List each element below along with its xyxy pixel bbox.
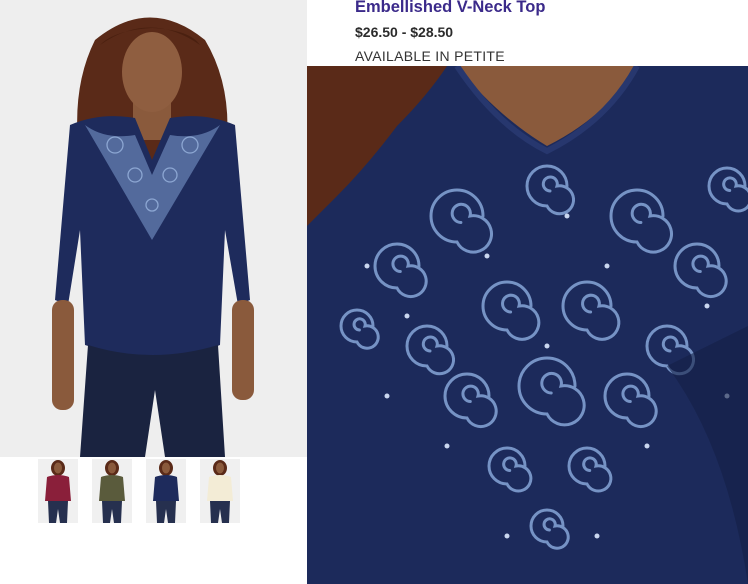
main-product-image[interactable] <box>0 0 307 457</box>
swatch-navy[interactable] <box>146 459 186 523</box>
rhinestone-dot <box>704 303 710 309</box>
zoomed-product-image[interactable] <box>307 66 748 584</box>
swatch-burgundy[interactable] <box>38 459 78 523</box>
rhinestone-dot <box>384 393 390 399</box>
rhinestone-dot <box>544 343 550 349</box>
rhinestone-dot <box>504 533 510 539</box>
product-price: $26.50 - $28.50 <box>355 24 454 40</box>
rhinestone-dot <box>564 213 570 219</box>
rhinestone-dot <box>364 263 370 269</box>
rhinestone-dot <box>604 263 610 269</box>
rhinestone-dot <box>484 253 490 259</box>
rhinestone-dot <box>644 443 650 449</box>
swatch-olive[interactable] <box>92 459 132 523</box>
model-photo <box>0 0 307 457</box>
zoom-detail-photo <box>307 66 748 584</box>
product-title[interactable]: Embellished V-Neck Top <box>355 0 545 17</box>
color-swatch-list <box>38 459 258 525</box>
rhinestone-dot <box>444 443 450 449</box>
rhinestone-dot <box>594 533 600 539</box>
rhinestone-dot <box>404 313 410 319</box>
availability-note: AVAILABLE IN PETITE <box>355 48 505 64</box>
swatch-ivory[interactable] <box>200 459 240 523</box>
